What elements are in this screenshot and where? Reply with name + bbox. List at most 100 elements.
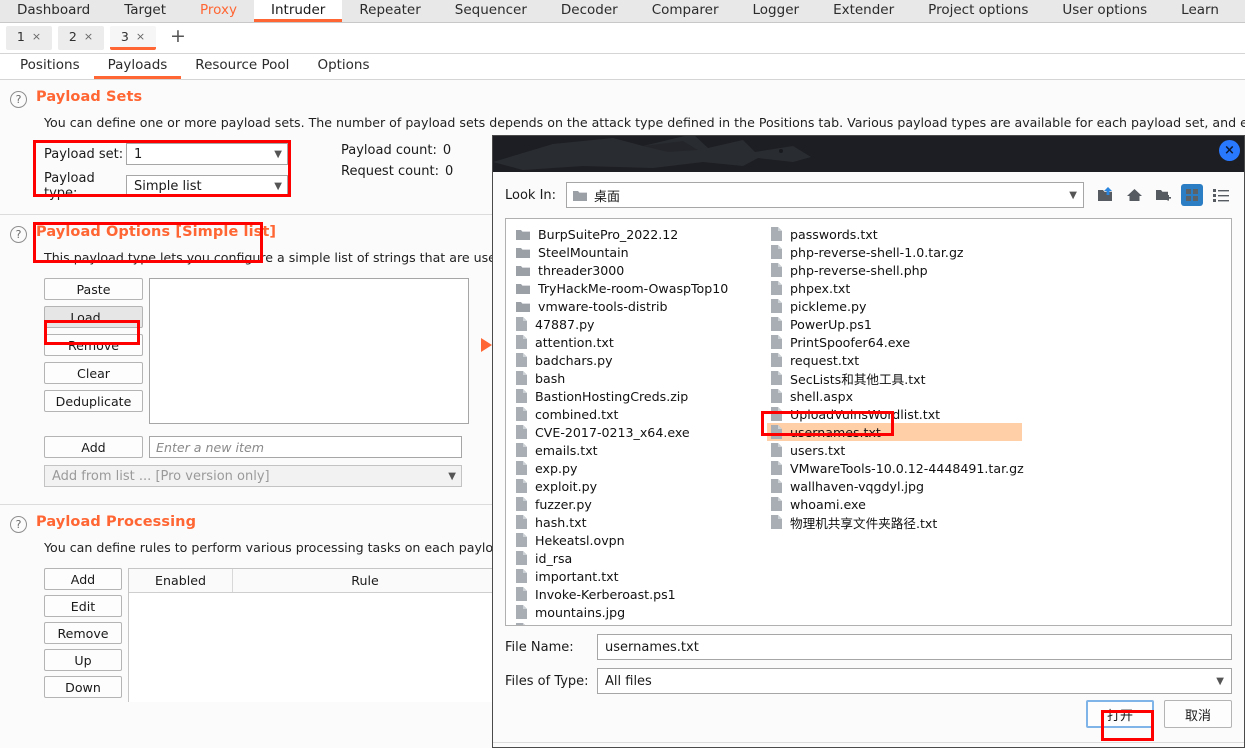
file-list-item[interactable]: emails.txt — [512, 441, 767, 459]
sub-tab-positions[interactable]: Positions — [6, 54, 94, 79]
payload-paste-button[interactable]: Paste — [44, 278, 143, 300]
file-list-item[interactable]: badchars.py — [512, 351, 767, 369]
sub-tab-options[interactable]: Options — [303, 54, 383, 79]
collapse-arrow-icon[interactable] — [481, 338, 492, 352]
question-mark-icon[interactable]: ? — [10, 91, 27, 108]
payload-deduplicate-button[interactable]: Deduplicate — [44, 390, 143, 412]
attack-tab-2[interactable]: 2× — [58, 26, 104, 50]
file-list-item[interactable]: php-reverse-shell.php — [767, 261, 1022, 279]
payload-clear-button[interactable]: Clear — [44, 362, 143, 384]
cancel-button[interactable]: 取消 — [1164, 700, 1232, 728]
file-list-item[interactable]: bash — [512, 369, 767, 387]
file-list-item[interactable]: UploadVulnsWordlist.txt — [767, 405, 1022, 423]
close-icon[interactable]: × — [84, 30, 93, 43]
file-list-item[interactable]: 物理机共享文件夹路径.txt — [767, 513, 1022, 531]
file-list-item[interactable]: whoami.exe — [767, 495, 1022, 513]
file-list-item[interactable]: request.txt — [767, 351, 1022, 369]
close-icon[interactable]: × — [1219, 140, 1240, 161]
add-attack-tab-button[interactable]: + — [162, 27, 194, 46]
processing-add-button[interactable]: Add — [44, 568, 122, 590]
main-tab-repeater[interactable]: Repeater — [342, 0, 437, 22]
file-list-item[interactable]: TryHackMe-room-OwaspTop10 — [512, 279, 767, 297]
open-button[interactable]: 打开 — [1086, 700, 1154, 728]
main-tab-dashboard[interactable]: Dashboard — [0, 0, 107, 22]
main-tab-proxy[interactable]: Proxy — [183, 0, 254, 22]
main-tab-project-options[interactable]: Project options — [911, 0, 1045, 22]
file-list-item[interactable]: PrintSpoofer64.exe — [767, 333, 1022, 351]
add-from-list-select[interactable]: Add from list ... [Pro version only] ▼ — [44, 465, 462, 487]
file-name-input[interactable]: usernames.txt — [597, 634, 1232, 660]
sub-tab-payloads[interactable]: Payloads — [94, 54, 182, 79]
main-tab-sequencer[interactable]: Sequencer — [438, 0, 544, 22]
payload-set-select[interactable]: 1 ▼ — [126, 143, 288, 165]
payload-type-select[interactable]: Simple list ▼ — [126, 175, 288, 197]
attack-tab-3[interactable]: 3× — [110, 26, 156, 50]
file-list-item[interactable]: BastionHostingCreds.zip — [512, 387, 767, 405]
file-list-item-selected[interactable]: usernames.txt — [767, 423, 1022, 441]
file-list-item[interactable]: exploit.py — [512, 477, 767, 495]
file-list-item[interactable]: php-reverse-shell-1.0.tar.gz — [767, 243, 1022, 261]
file-list[interactable]: BurpSuitePro_2022.12SteelMountainthreade… — [505, 218, 1232, 626]
file-list-item[interactable]: fuzzer.py — [512, 495, 767, 513]
payload-processing-title: Payload Processing — [36, 514, 196, 530]
payload-list-box[interactable] — [149, 278, 469, 424]
file-list-item[interactable]: phpex.txt — [767, 279, 1022, 297]
payload-remove-button[interactable]: Remove — [44, 334, 143, 356]
up-folder-icon[interactable] — [1094, 184, 1116, 206]
list-view-icon[interactable] — [1210, 184, 1232, 206]
grid-view-icon[interactable] — [1181, 184, 1203, 206]
file-list-item[interactable]: SteelMountain — [512, 243, 767, 261]
payload-add-button[interactable]: Add — [44, 436, 143, 458]
payload-processing-table[interactable]: Enabled Rule — [128, 568, 498, 702]
processing-down-button[interactable]: Down — [44, 676, 122, 698]
file-list-item[interactable]: PowerUp.ps1 — [767, 315, 1022, 333]
new-folder-icon[interactable] — [1152, 184, 1174, 206]
look-in-select[interactable]: 桌面 ▼ — [566, 182, 1084, 208]
file-list-item[interactable]: wallhaven-vqgdyl.jpg — [767, 477, 1022, 495]
file-list-item[interactable]: combined.txt — [512, 405, 767, 423]
main-tab-learn[interactable]: Learn — [1164, 0, 1236, 22]
file-list-item[interactable]: passwords.txt — [767, 225, 1022, 243]
file-list-item[interactable]: node（复件）.js — [512, 621, 767, 626]
file-list-item[interactable]: mountains.jpg — [512, 603, 767, 621]
file-list-item[interactable]: attention.txt — [512, 333, 767, 351]
file-list-item[interactable]: Hekeatsl.ovpn — [512, 531, 767, 549]
divider — [493, 742, 1244, 743]
main-tab-user-options[interactable]: User options — [1045, 0, 1164, 22]
look-in-label: Look In: — [505, 188, 556, 203]
file-list-item[interactable]: VMwareTools-10.0.12-4448491.tar.gz — [767, 459, 1022, 477]
files-of-type-select[interactable]: All files ▼ — [597, 668, 1232, 694]
processing-remove-button[interactable]: Remove — [44, 622, 122, 644]
file-list-item[interactable]: vmware-tools-distrib — [512, 297, 767, 315]
main-tab-extender[interactable]: Extender — [816, 0, 911, 22]
processing-up-button[interactable]: Up — [44, 649, 122, 671]
payload-load-button[interactable]: Load ... — [44, 306, 143, 328]
file-list-item[interactable]: exp.py — [512, 459, 767, 477]
sub-tab-resource-pool[interactable]: Resource Pool — [181, 54, 303, 79]
file-list-item[interactable]: important.txt — [512, 567, 767, 585]
file-list-item[interactable]: pickleme.py — [767, 297, 1022, 315]
file-list-item[interactable]: Invoke-Kerberoast.ps1 — [512, 585, 767, 603]
file-list-item[interactable]: BurpSuitePro_2022.12 — [512, 225, 767, 243]
main-tab-intruder[interactable]: Intruder — [254, 0, 342, 22]
question-mark-icon[interactable]: ? — [10, 516, 27, 533]
file-list-item[interactable]: CVE-2017-0213_x64.exe — [512, 423, 767, 441]
file-list-item[interactable]: shell.aspx — [767, 387, 1022, 405]
main-tab-target[interactable]: Target — [107, 0, 183, 22]
file-list-item[interactable]: hash.txt — [512, 513, 767, 531]
main-tab-decoder[interactable]: Decoder — [544, 0, 635, 22]
file-list-item[interactable]: id_rsa — [512, 549, 767, 567]
main-tab-logger[interactable]: Logger — [736, 0, 817, 22]
file-icon — [771, 281, 782, 295]
attack-tab-1[interactable]: 1× — [6, 26, 52, 50]
file-list-item[interactable]: threader3000 — [512, 261, 767, 279]
file-list-item[interactable]: SecLists和其他工具.txt — [767, 369, 1022, 387]
question-mark-icon[interactable]: ? — [10, 226, 27, 243]
file-list-item[interactable]: 47887.py — [512, 315, 767, 333]
main-tab-comparer[interactable]: Comparer — [635, 0, 736, 22]
file-list-item[interactable]: users.txt — [767, 441, 1022, 459]
close-icon[interactable]: × — [32, 30, 41, 43]
processing-edit-button[interactable]: Edit — [44, 595, 122, 617]
close-icon[interactable]: × — [136, 30, 145, 43]
home-icon[interactable] — [1123, 184, 1145, 206]
